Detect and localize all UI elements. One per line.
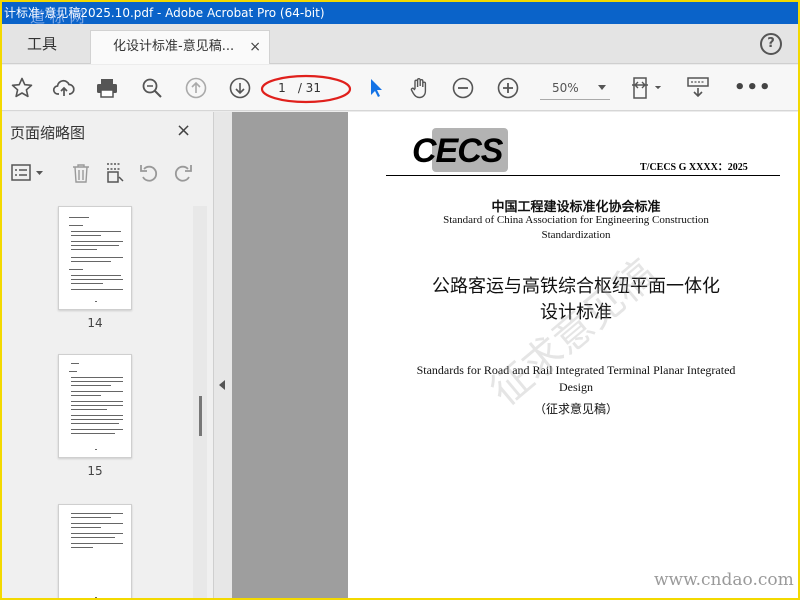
cloud-upload-icon[interactable] — [52, 76, 76, 100]
document-title-en: Standards for Road and Rail Integrated T… — [416, 363, 736, 394]
header-rule — [386, 175, 780, 176]
standard-code: T/CECS G XXXX：2025 — [640, 162, 748, 173]
page-indicator: 1 / 31 — [270, 78, 350, 98]
zoom-value: 50% — [552, 81, 579, 95]
star-icon[interactable] — [10, 76, 34, 100]
zoom-in-icon[interactable] — [496, 76, 520, 100]
page-thumbnail[interactable] — [58, 354, 132, 458]
rotate-ccw-icon[interactable] — [138, 162, 160, 184]
total-pages: / 31 — [297, 81, 321, 95]
thumbnail-panel: 页面缩略图 × 14 15 — [2, 112, 214, 598]
delete-icon[interactable] — [70, 162, 92, 184]
document-background — [232, 112, 348, 598]
chevron-down-icon — [598, 85, 606, 90]
hand-tool-icon[interactable] — [407, 76, 431, 100]
rotate-cw-icon[interactable] — [172, 162, 194, 184]
help-icon[interactable]: ? — [760, 33, 782, 55]
page-down-icon[interactable] — [228, 76, 252, 100]
thumbnail-list: 14 15 — [2, 202, 207, 598]
scan-icon[interactable] — [686, 76, 710, 100]
scrollbar-thumb[interactable] — [199, 396, 202, 436]
thumbnail-label: 15 — [87, 464, 103, 478]
close-icon[interactable]: × — [249, 31, 261, 63]
extract-page-icon[interactable] — [104, 162, 126, 184]
tab-bar: 工具 化设计标准-意见稿... × ? — [2, 24, 798, 64]
panel-collapse-handle[interactable] — [214, 112, 232, 598]
page-thumbnail[interactable] — [58, 206, 132, 310]
document-status: （征求意见稿） — [533, 402, 618, 416]
fit-page-icon[interactable] — [630, 76, 666, 100]
zoom-select[interactable]: 50% — [540, 78, 610, 100]
document-page: CECS T/CECS G XXXX：2025 中国工程建设标准化协会标准 St… — [348, 112, 798, 598]
panel-title: 页面缩略图 — [10, 124, 86, 142]
select-arrow-icon[interactable] — [364, 76, 388, 100]
panel-toolbar — [2, 156, 202, 194]
tab-tools[interactable]: 工具 — [2, 24, 82, 64]
org-name-en: Standard of China Association for Engine… — [443, 214, 709, 241]
page-up-icon[interactable] — [184, 76, 208, 100]
app-window: 计标准-意见稿2025.10.pdf - Adobe Acrobat Pro (… — [2, 2, 798, 598]
zoom-search-icon[interactable] — [140, 76, 164, 100]
tab-document[interactable]: 化设计标准-意见稿... × — [90, 30, 270, 64]
more-icon[interactable]: ••• — [734, 77, 772, 98]
thumbnail-scrollbar[interactable] — [193, 206, 207, 598]
options-menu-icon[interactable] — [10, 162, 46, 184]
site-watermark: www.cndao.com — [654, 570, 794, 590]
cecs-logo: CECS — [412, 128, 508, 172]
page-thumbnail[interactable] — [58, 504, 132, 598]
logo-text: CECS — [412, 132, 503, 170]
print-icon[interactable] — [95, 76, 119, 100]
zoom-out-icon[interactable] — [451, 76, 475, 100]
tab-document-label: 化设计标准-意见稿... — [113, 39, 235, 54]
chevron-left-icon — [219, 380, 225, 390]
window-title: 计标准-意见稿2025.10.pdf - Adobe Acrobat Pro (… — [2, 2, 798, 24]
thumbnail-label: 14 — [87, 316, 103, 330]
current-page-input[interactable]: 1 — [270, 78, 294, 98]
toolbar: 1 / 31 50% ••• — [2, 65, 798, 111]
close-icon[interactable]: × — [176, 120, 191, 141]
